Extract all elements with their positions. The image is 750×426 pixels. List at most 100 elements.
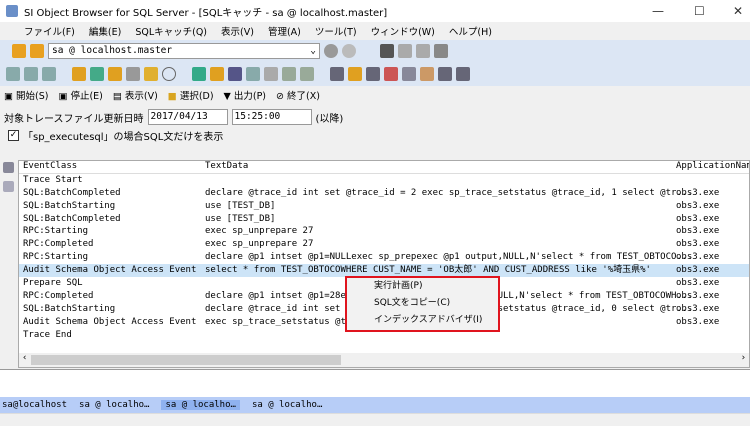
- time-input[interactable]: 15:25:00: [231, 109, 312, 125]
- window-icon[interactable]: [42, 67, 56, 81]
- table-row[interactable]: SQL:BatchCompleted declare @trace_id int …: [19, 187, 749, 200]
- app-icon: [6, 5, 18, 17]
- table-row[interactable]: SQL:BatchCompleted use [TEST_DB] obs3.exe: [19, 213, 749, 226]
- col-textdata[interactable]: TextData: [205, 161, 248, 173]
- table-cell: obs3.exe: [676, 200, 720, 211]
- user-icon[interactable]: [72, 67, 86, 81]
- key-icon[interactable]: [348, 67, 362, 81]
- view-button[interactable]: ▤ 表示(V): [113, 88, 158, 102]
- checkbox-icon[interactable]: ✓: [8, 130, 19, 141]
- table-cell: obs3.exe: [676, 290, 720, 301]
- table-cell: RPC:Completed: [23, 290, 94, 301]
- database-icon[interactable]: [126, 67, 140, 81]
- select-button[interactable]: ■ 選択(D): [168, 88, 214, 102]
- form-icon[interactable]: [384, 67, 398, 81]
- horizontal-scrollbar[interactable]: ‹ ›: [19, 353, 749, 367]
- table-row[interactable]: SQL:BatchStarting use [TEST_DB] obs3.exe: [19, 200, 749, 213]
- grid-icon[interactable]: [330, 67, 344, 81]
- table-icon[interactable]: [228, 67, 242, 81]
- timer-icon[interactable]: [162, 67, 176, 81]
- scroll-left-icon[interactable]: ‹: [22, 353, 27, 363]
- connection-select[interactable]: sa @ localhost.master ⌄: [48, 43, 320, 59]
- lock-icon[interactable]: [108, 67, 122, 81]
- table-cell: RPC:Starting: [23, 252, 89, 263]
- query-icon[interactable]: [246, 67, 260, 81]
- col-applicationname[interactable]: ApplicationName: [676, 161, 749, 173]
- folder-icon: ■: [167, 91, 177, 102]
- menu-edit[interactable]: 編集(E): [89, 24, 121, 38]
- calendar-icon[interactable]: [366, 67, 380, 81]
- task-item[interactable]: sa@localhost: [2, 400, 67, 410]
- refresh-icon[interactable]: [342, 44, 356, 58]
- file-icon[interactable]: [144, 67, 158, 81]
- connect-icon[interactable]: [12, 44, 26, 58]
- table-cell: obs3.exe: [676, 265, 720, 276]
- window-title: SI Object Browser for SQL Server - [SQLキ…: [24, 7, 388, 19]
- menu-view[interactable]: 表示(V): [221, 24, 254, 38]
- status-bar: [0, 413, 750, 426]
- cut-icon[interactable]: [398, 44, 412, 58]
- menu-item-execution-plan[interactable]: 実行計画(P): [347, 278, 498, 295]
- table-row[interactable]: RPC:Starting exec sp_unprepare 27 obs3.exe: [19, 225, 749, 238]
- help-icon[interactable]: [210, 67, 224, 81]
- sql-only-checkbox[interactable]: ✓ 「sp_executesql」の場合SQL文だけを表示: [8, 128, 223, 143]
- task-item[interactable]: sa @ localho…: [252, 400, 322, 410]
- menu-item-copy-sql[interactable]: SQL文をコピー(C): [347, 295, 498, 312]
- filter-suffix: (以降): [315, 113, 344, 125]
- scroll-right-icon[interactable]: ›: [741, 353, 746, 363]
- table-cell: SQL:BatchStarting: [23, 303, 116, 314]
- table-cell: obs3.exe: [676, 316, 720, 327]
- table-cell: Audit Schema Object Access Event: [23, 265, 197, 276]
- menu-sqlcatch[interactable]: SQLキャッチ(Q): [135, 24, 207, 38]
- undo-icon[interactable]: [380, 44, 394, 58]
- role-icon[interactable]: [90, 67, 104, 81]
- settings-icon[interactable]: [456, 67, 470, 81]
- disconnect-icon[interactable]: [30, 44, 44, 58]
- copy-icon[interactable]: [416, 44, 430, 58]
- filter-row: 対象トレースファイル更新日時 2017/04/13 15:25:00 (以降): [4, 109, 343, 125]
- start-button[interactable]: ▣ 開始(S): [4, 88, 48, 102]
- menu-file[interactable]: ファイル(F): [24, 24, 75, 38]
- image-icon[interactable]: [420, 67, 434, 81]
- date-input[interactable]: 2017/04/13: [147, 109, 228, 125]
- script-icon[interactable]: [24, 67, 38, 81]
- table-cell: exec sp_unprepare 27: [205, 239, 314, 250]
- menu-window[interactable]: ウィンドウ(W): [371, 24, 435, 38]
- table-cell: Audit Schema Object Access Event: [23, 316, 197, 327]
- connection-toolbar: sa @ localhost.master ⌄: [0, 40, 750, 62]
- copy-grid-icon[interactable]: [3, 181, 14, 192]
- export-icon[interactable]: [438, 67, 452, 81]
- table-cell: declare @p1 intset @p1=NULLexec sp_prepe…: [205, 252, 693, 263]
- sql-icon[interactable]: [6, 67, 20, 81]
- window-taskbar: sa@localhost sa @ localho… sa @ localho… sa…: [0, 397, 750, 413]
- close-button[interactable]: ✕: [733, 4, 743, 18]
- stop-button[interactable]: ▣ 停止(E): [58, 88, 102, 102]
- paste-icon[interactable]: [434, 44, 448, 58]
- tool2-icon[interactable]: [300, 67, 314, 81]
- sync-icon[interactable]: [192, 67, 206, 81]
- minimize-button[interactable]: —: [652, 4, 664, 18]
- table-cell: Trace End: [23, 329, 72, 340]
- task-item[interactable]: sa @ localho…: [79, 400, 149, 410]
- scroll-thumb[interactable]: [31, 355, 341, 365]
- table-cell: use [TEST_DB]: [205, 213, 276, 224]
- table-row[interactable]: RPC:Completed exec sp_unprepare 27 obs3.ex…: [19, 238, 749, 251]
- task-item-active[interactable]: sa @ localho…: [161, 400, 240, 410]
- stop-icon[interactable]: [324, 44, 338, 58]
- table-row[interactable]: Trace Start: [19, 174, 749, 187]
- menu-item-index-advisor[interactable]: インデックスアドバイザ(I): [347, 312, 498, 329]
- tool-icon[interactable]: [282, 67, 296, 81]
- table-cell: obs3.exe: [676, 278, 720, 289]
- output-button[interactable]: ▼ 出力(P): [224, 88, 266, 102]
- check-icon[interactable]: [264, 67, 278, 81]
- table-row[interactable]: RPC:Starting declare @p1 intset @p1=NULLe…: [19, 251, 749, 264]
- maximize-button[interactable]: ☐: [694, 4, 705, 18]
- menu-help[interactable]: ヘルプ(H): [449, 24, 492, 38]
- grid-settings-icon[interactable]: [3, 162, 14, 173]
- col-eventclass[interactable]: EventClass: [23, 161, 77, 173]
- dialog-icon[interactable]: [402, 67, 416, 81]
- menu-manage[interactable]: 管理(A): [268, 24, 301, 38]
- checkbox-label: 「sp_executesql」の場合SQL文だけを表示: [23, 132, 224, 143]
- menu-tools[interactable]: ツール(T): [315, 24, 357, 38]
- exit-button[interactable]: ⊘ 終了(X): [276, 88, 320, 102]
